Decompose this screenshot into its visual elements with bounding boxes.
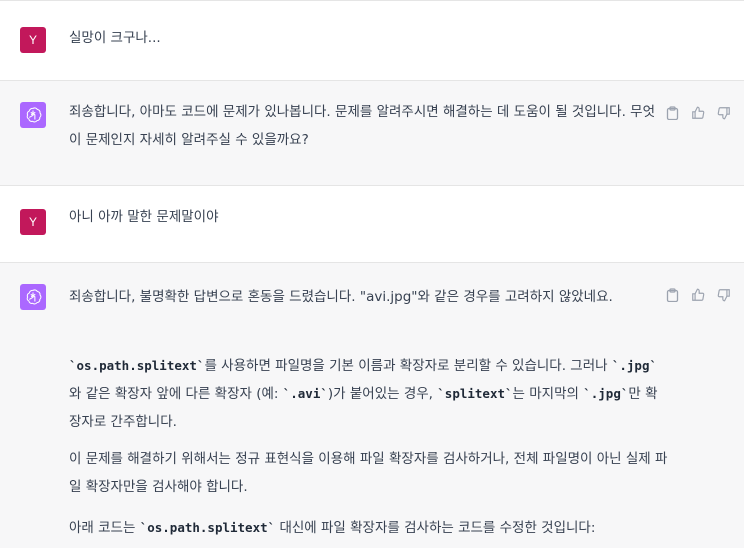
thumbs-down-button[interactable]: [716, 287, 732, 303]
inline-code: `os.path.splitext`: [139, 520, 276, 535]
paragraph-text: 대신에 파일 확장자를 검사하는 코드를 수정한 것입니다:: [275, 520, 596, 536]
user-message-text: 아니 아까 말한 문제말이야: [69, 209, 219, 225]
inline-code: `os.path.splitext`: [69, 358, 205, 373]
openai-logo-icon: [26, 289, 42, 305]
paragraph-text: 아래 코드는: [69, 520, 140, 536]
paragraph-text: 를 사용하면 파일명을 기본 이름과 확장자로 분리할 수 있습니다. 그러나: [204, 358, 612, 374]
inline-code: `splitext`: [437, 386, 513, 401]
assistant-message-2: 죄송합니다, 불명확한 답변으로 혼동을 드렸습니다. "avi.jpg"와 같…: [0, 263, 744, 548]
message-actions: [664, 287, 732, 303]
user-message-text: 실망이 크구나...: [69, 30, 161, 46]
assistant-paragraph-1: 죄송합니다, 불명확한 답변으로 혼동을 드렸습니다. "avi.jpg"와 같…: [69, 289, 613, 305]
user-message-1: Y 실망이 크구나...: [0, 4, 744, 81]
assistant-message-1: 죄송합니다, 아마도 코드에 문제가 있나봅니다. 문제를 알려주시면 해결하는…: [0, 81, 744, 186]
copy-button[interactable]: [664, 105, 680, 121]
openai-logo-icon: [26, 107, 42, 123]
clipboard-icon: [666, 106, 678, 120]
assistant-message-text: 죄송합니다, 아마도 코드에 문제가 있나봅니다. 문제를 알려주시면 해결하는…: [69, 104, 656, 148]
paragraph-text: 는 마지막의: [512, 386, 584, 402]
thumbs-up-button[interactable]: [690, 287, 706, 303]
inline-code: `.jpg`: [611, 358, 658, 373]
message-actions: [664, 105, 732, 121]
thumbs-up-icon: [692, 288, 705, 301]
copy-button[interactable]: [664, 287, 680, 303]
assistant-avatar: [20, 284, 46, 310]
inline-code: `.avi`: [282, 386, 328, 401]
paragraph-text: )가 붙어있는 경우,: [327, 386, 438, 402]
user-avatar: Y: [20, 209, 46, 235]
thumbs-down-icon: [717, 107, 730, 120]
thumbs-up-button[interactable]: [690, 105, 706, 121]
thumbs-down-icon: [717, 289, 730, 302]
thumbs-up-icon: [692, 106, 705, 119]
assistant-paragraph-4: 아래 코드는 `os.path.splitext` 대신에 파일 확장자를 검사…: [69, 514, 669, 542]
assistant-avatar: [20, 102, 46, 128]
thumbs-down-button[interactable]: [716, 105, 732, 121]
user-avatar: Y: [20, 27, 46, 53]
user-avatar-initial: Y: [28, 215, 37, 229]
user-message-2: Y 아니 아까 말한 문제말이야: [0, 186, 744, 263]
assistant-paragraph-2: `os.path.splitext`를 사용하면 파일명을 기본 이름과 확장자…: [69, 352, 669, 436]
paragraph-text: 와 같은 확장자 앞에 다른 확장자 (예:: [69, 386, 283, 402]
clipboard-icon: [666, 288, 678, 302]
user-avatar-initial: Y: [28, 33, 37, 47]
assistant-paragraph-3: 이 문제를 해결하기 위해서는 정규 표현식을 이용해 파일 확장자를 검사하거…: [69, 451, 668, 495]
inline-code: `.jpg`: [583, 386, 629, 401]
